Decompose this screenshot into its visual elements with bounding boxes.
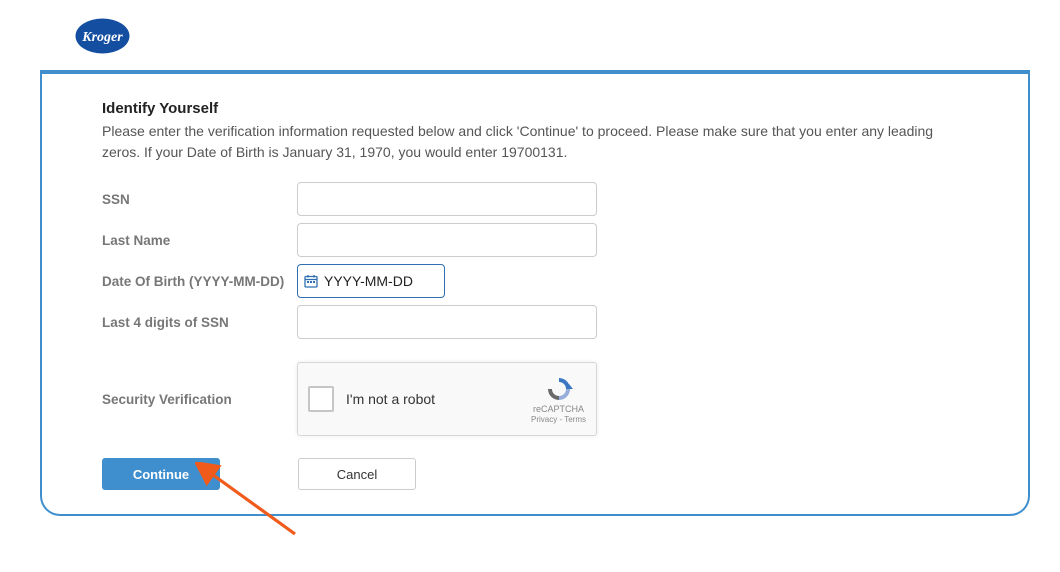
input-dob[interactable]: YYYY-MM-DD [297,264,445,298]
cancel-button[interactable]: Cancel [298,458,416,490]
label-ssn-last4: Last 4 digits of SSN [102,315,297,330]
recaptcha-widget: I'm not a robot reCAPTCHA Privacy - Term… [297,362,597,436]
calendar-icon [304,274,318,288]
recaptcha-branding: reCAPTCHA Privacy - Terms [531,375,586,424]
button-row: Continue Cancel [102,458,968,490]
svg-text:Kroger: Kroger [81,30,123,45]
recaptcha-left: I'm not a robot [308,386,435,412]
label-last-name: Last Name [102,233,297,248]
label-dob: Date Of Birth (YYYY-MM-DD) [102,274,297,289]
recaptcha-brand: reCAPTCHA [533,404,584,414]
recaptcha-icon [544,375,574,403]
label-captcha: Security Verification [102,392,297,407]
label-ssn: SSN [102,192,297,207]
row-ssn: SSN [102,181,968,217]
input-ssn-last4[interactable] [297,305,597,339]
input-ssn[interactable] [297,182,597,216]
identify-panel: Identify Yourself Please enter the verif… [40,70,1030,516]
panel-heading: Identify Yourself [102,100,968,117]
brand-logo: Kroger [75,18,130,57]
continue-button[interactable]: Continue [102,458,220,490]
row-captcha: Security Verification I'm not a robot re… [102,362,968,436]
row-dob: Date Of Birth (YYYY-MM-DD) YYYY-MM-DD [102,263,968,299]
row-last-name: Last Name [102,222,968,258]
recaptcha-text: I'm not a robot [346,391,435,407]
recaptcha-checkbox[interactable] [308,386,334,412]
panel-subtext: Please enter the verification informatio… [102,121,968,163]
page-root: Kroger Identify Yourself Please enter th… [0,0,1060,572]
dob-placeholder: YYYY-MM-DD [324,273,413,289]
recaptcha-links: Privacy - Terms [531,415,586,424]
kroger-logo-icon: Kroger [75,18,130,54]
row-ssn-last4: Last 4 digits of SSN [102,304,968,340]
input-last-name[interactable] [297,223,597,257]
